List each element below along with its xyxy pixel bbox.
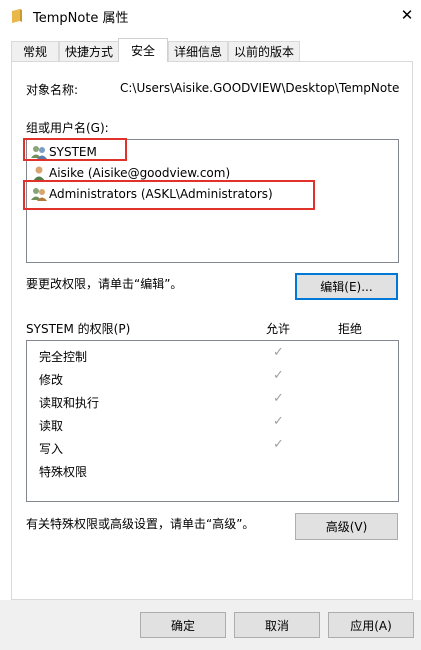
close-icon: ✕ [400, 6, 414, 24]
permission-row: 修改 [39, 373, 64, 387]
allow-header: 允许 [266, 322, 291, 336]
cancel-button[interactable]: 取消 [234, 612, 320, 638]
object-name-value: C:\Users\Aisike.GOODVIEW\Desktop\TempNot… [120, 81, 400, 95]
allow-check-icon: ✓ [273, 345, 284, 360]
permission-row: 完全控制 [39, 350, 88, 364]
folder-icon [12, 9, 22, 23]
tab-general[interactable]: 常规 [11, 41, 59, 61]
tab-previous-versions[interactable]: 以前的版本 [228, 41, 300, 61]
highlight-box-system [23, 138, 127, 161]
advanced-button[interactable]: 高级(V) [295, 513, 398, 540]
groups-label: 组或用户名(G): [26, 121, 109, 135]
permission-row: 特殊权限 [39, 465, 88, 479]
permissions-label: SYSTEM 的权限(P) [26, 322, 131, 336]
permission-row: 写入 [39, 442, 64, 456]
edit-hint: 要更改权限，请单击“编辑”。 [26, 277, 183, 291]
close-button[interactable]: ✕ [393, 0, 421, 30]
ok-button[interactable]: 确定 [140, 612, 226, 638]
window-title: TempNote 属性 [33, 11, 129, 26]
apply-button[interactable]: 应用(A) [328, 612, 414, 638]
tab-security[interactable]: 安全 [118, 38, 168, 62]
deny-header: 拒绝 [338, 322, 363, 336]
tab-details[interactable]: 详细信息 [168, 41, 228, 61]
edit-button[interactable]: 编辑(E)... [295, 273, 398, 300]
allow-check-icon: ✓ [273, 437, 284, 452]
permission-row: 读取和执行 [39, 396, 100, 410]
allow-check-icon: ✓ [273, 391, 284, 406]
object-name-label: 对象名称: [26, 83, 79, 97]
advanced-hint: 有关特殊权限或高级设置，请单击“高级”。 [26, 517, 255, 531]
allow-check-icon: ✓ [273, 414, 284, 429]
user-icon [33, 166, 45, 181]
permission-row: 读取 [39, 419, 64, 433]
highlight-box-administrators [23, 180, 315, 210]
permissions-listbox[interactable]: 完全控制 ✓ 修改 ✓ 读取和执行 ✓ 读取 ✓ 写入 ✓ 特殊权限 [26, 340, 399, 502]
allow-check-icon: ✓ [273, 368, 284, 383]
tab-shortcut[interactable]: 快捷方式 [59, 41, 119, 61]
